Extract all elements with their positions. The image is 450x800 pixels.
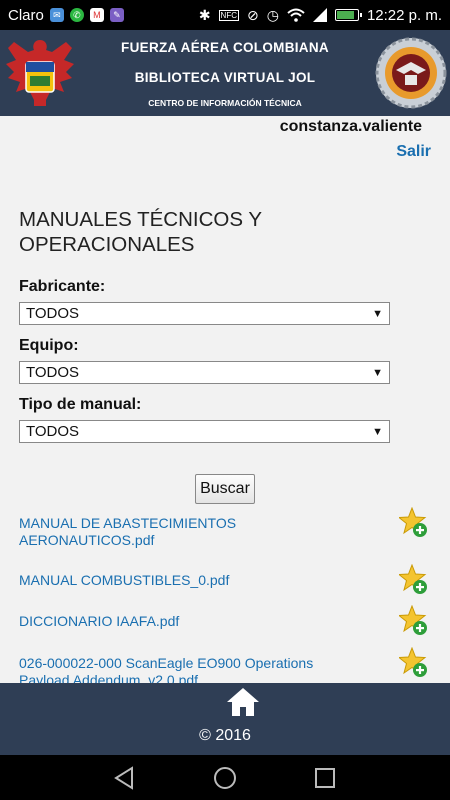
wifi-icon xyxy=(287,8,305,22)
dropdown-arrow-icon: ▼ xyxy=(372,425,383,438)
header-subtitle: BIBLIOTECA VIRTUAL JOL xyxy=(134,70,316,85)
nfc-icon: NFC xyxy=(218,9,239,21)
home-icon[interactable] xyxy=(226,687,260,717)
dropdown-arrow-icon: ▼ xyxy=(372,366,383,379)
document-link[interactable]: DICCIONARIO IAAFA.pdf xyxy=(19,613,349,630)
manual-type-select[interactable]: TODOS ▼ xyxy=(19,420,390,443)
main-content: constanza.valiente Salir MANUALES TÉCNIC… xyxy=(0,116,450,683)
dropdown-arrow-icon: ▼ xyxy=(372,307,383,320)
manufacturer-label: Fabricante: xyxy=(19,278,106,295)
signal-icon xyxy=(312,8,327,22)
site-footer: © 2016 xyxy=(0,683,450,755)
recent-apps-icon[interactable] xyxy=(312,765,338,791)
header-caption: CENTRO DE INFORMACIÓN TÉCNICA xyxy=(148,98,302,108)
document-link[interactable]: MANUAL DE ABASTECIMIENTOS AERONAUTICOS.p… xyxy=(19,515,349,549)
bluetooth-icon: ✱ xyxy=(198,6,211,23)
mute-icon: ⊘ xyxy=(247,6,259,23)
add-favorite-icon[interactable] xyxy=(399,605,429,637)
back-icon[interactable] xyxy=(112,765,138,791)
gmail-icon: M xyxy=(89,8,104,22)
carrier-name: Claro xyxy=(8,6,44,24)
equipment-select[interactable]: TODOS ▼ xyxy=(19,361,390,384)
page-title: MANUALES TÉCNICOS Y OPERACIONALES xyxy=(19,208,262,256)
manual-type-select-value: TODOS xyxy=(26,423,80,440)
technical-center-seal-logo xyxy=(375,37,447,109)
add-favorite-icon[interactable] xyxy=(399,507,429,539)
copyright-text: © 2016 xyxy=(199,727,251,744)
add-favorite-icon[interactable] xyxy=(399,647,429,679)
whatsapp-icon: ✆ xyxy=(69,8,84,22)
list-item: 026-000022-000 ScanEagle EO900 Operation… xyxy=(19,647,431,683)
list-item: MANUAL DE ABASTECIMIENTOS AERONAUTICOS.p… xyxy=(19,507,431,549)
alarm-icon: ◷ xyxy=(266,6,279,23)
equipment-label: Equipo: xyxy=(19,337,79,354)
status-bar: Claro ✉ ✆ M ✎ ✱ NFC ⊘ ◷ 12:22 p. m. xyxy=(0,0,450,30)
manufacturer-select-value: TODOS xyxy=(26,305,80,322)
document-link[interactable]: MANUAL COMBUSTIBLES_0.pdf xyxy=(19,572,349,589)
home-nav-icon[interactable] xyxy=(212,765,238,791)
search-button[interactable]: Buscar xyxy=(195,474,255,504)
manufacturer-select[interactable]: TODOS ▼ xyxy=(19,302,390,325)
messages-icon: ✉ xyxy=(49,8,64,22)
manual-type-label: Tipo de manual: xyxy=(19,396,142,413)
site-header: FUERZA AÉREA COLOMBIANA BIBLIOTECA VIRTU… xyxy=(0,30,450,116)
list-item: MANUAL COMBUSTIBLES_0.pdf xyxy=(19,564,431,594)
document-link[interactable]: 026-000022-000 ScanEagle EO900 Operation… xyxy=(19,655,349,683)
app-icon: ✎ xyxy=(109,8,124,22)
android-nav-bar xyxy=(0,755,450,800)
add-favorite-icon[interactable] xyxy=(399,564,429,596)
list-item: DICCIONARIO IAAFA.pdf xyxy=(19,605,431,635)
equipment-select-value: TODOS xyxy=(26,364,80,381)
battery-icon xyxy=(334,9,362,21)
header-title: FUERZA AÉREA COLOMBIANA xyxy=(121,40,329,55)
colombian-air-force-eagle-logo xyxy=(6,40,74,106)
clock: 12:22 p. m. xyxy=(366,6,442,24)
username-label: constanza.valiente xyxy=(279,118,422,135)
logout-link[interactable]: Salir xyxy=(396,143,431,161)
